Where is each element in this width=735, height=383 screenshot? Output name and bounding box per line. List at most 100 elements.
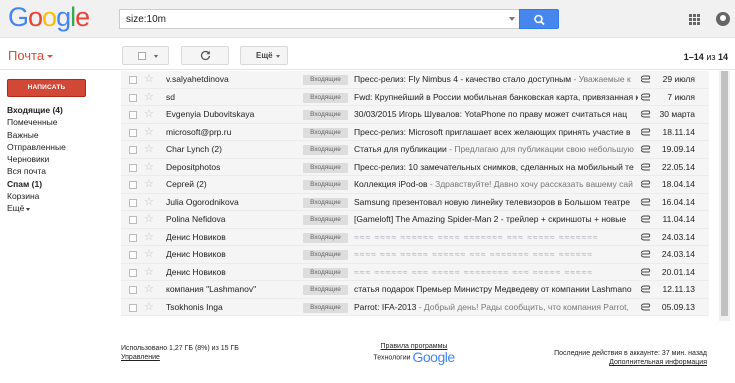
manage-storage-link[interactable]: Управление [121, 354, 160, 361]
mail-subject-text: Пресс-релиз: Microsoft приглашает всех ж… [354, 126, 631, 137]
inbox-label[interactable]: Входящие [303, 145, 348, 155]
star-icon[interactable]: ☆ [144, 230, 154, 245]
search-box[interactable] [119, 9, 519, 29]
star-icon[interactable]: ☆ [144, 247, 154, 262]
row-checkbox[interactable] [129, 76, 137, 84]
compose-button[interactable]: НАПИСАТЬ [7, 79, 86, 97]
logo-letter: g [56, 2, 71, 32]
sidebar-item[interactable]: Помеченные [7, 116, 66, 128]
chevron-down-icon [47, 55, 54, 59]
sidebar-item[interactable]: Вся почта [7, 165, 66, 177]
mail-row[interactable]: ☆ sd Входящие Fwd: Крупнейший в России моби… [121, 88, 709, 106]
row-checkbox[interactable] [129, 111, 137, 119]
mail-row[interactable]: ☆ Depositphotos Входящие Пресс-релиз: 10 за… [121, 158, 709, 176]
inbox-label[interactable]: Входящие [303, 92, 348, 103]
mail-row[interactable]: ☆ Денис Новиков Входящие ≈≈≈≈ ≈≈≈ ≈≈≈≈≈ ≈≈≈… [121, 246, 709, 264]
sidebar-item[interactable]: Спам (1) [7, 178, 66, 190]
inbox-label[interactable]: Входящие [303, 232, 348, 243]
star-icon[interactable]: ☆ [144, 160, 154, 175]
row-checkbox[interactable] [129, 93, 137, 102]
star-icon[interactable]: ☆ [144, 212, 154, 227]
search-button[interactable] [519, 9, 559, 29]
row-checkbox[interactable] [129, 233, 137, 242]
mail-subject: ≈≈≈ ≈≈≈≈ ≈≈≈≈≈≈ ≈≈≈≈ ≈≈≈≈≈≈≈ ≈≈≈ ≈≈≈≈≈ ≈… [354, 229, 638, 246]
mail-row[interactable]: ☆ Evgenyia Dubovitskaya Входящие 30/03/2015… [121, 106, 709, 124]
row-checkbox[interactable] [129, 251, 137, 259]
star-icon[interactable]: ☆ [144, 282, 154, 297]
chevron-down-icon [154, 55, 158, 58]
more-button[interactable]: Ещё [240, 46, 288, 65]
inbox-label[interactable]: Входящие [303, 162, 348, 173]
search-options-icon[interactable] [509, 17, 515, 21]
mail-date: 7 июля [667, 91, 695, 102]
mail-row[interactable]: ☆ v.salyahetdinova Входящие Пресс-релиз: Fl… [121, 71, 709, 89]
star-icon[interactable]: ☆ [144, 265, 154, 280]
mail-subject: ≈≈≈≈ ≈≈≈ ≈≈≈≈≈ ≈≈≈≈≈≈ ≈≈≈ ≈≈≈≈≈≈≈ ≈≈≈≈ ≈… [354, 246, 638, 263]
row-checkbox[interactable] [129, 146, 137, 154]
mail-row[interactable]: ☆ Julia Ogorodnikova Входящие Samsung презе… [121, 193, 709, 211]
scrollbar-thumb[interactable] [721, 71, 728, 316]
refresh-button[interactable] [181, 46, 229, 65]
sidebar-item[interactable]: Отправленные [7, 141, 66, 153]
inbox-label[interactable]: Входящие [303, 127, 348, 138]
star-icon[interactable]: ☆ [144, 125, 154, 140]
mail-row[interactable]: ☆ Денис Новиков Входящие ≈≈≈ ≈≈≈≈≈≈ ≈≈≈ ≈≈≈… [121, 263, 709, 281]
mail-sender: Денис Новиков [166, 249, 226, 259]
inbox-label[interactable]: Входящие [303, 110, 348, 120]
star-icon[interactable]: ☆ [144, 195, 154, 210]
star-icon[interactable]: ☆ [144, 90, 154, 105]
star-icon[interactable]: ☆ [144, 177, 154, 192]
mail-row[interactable]: ☆ компания "Lashmanov" Входящие статья пода… [121, 281, 709, 299]
row-checkbox[interactable] [129, 268, 137, 277]
mail-row[interactable]: ☆ Char Lynch (2) Входящие Статья для публик… [121, 141, 709, 159]
star-icon[interactable]: ☆ [144, 300, 154, 315]
row-checkbox[interactable] [129, 286, 137, 294]
sidebar-item[interactable]: Черновики [7, 153, 66, 165]
sidebar-item[interactable]: Важные [7, 129, 66, 141]
attachment-icon [641, 268, 651, 275]
sidebar-item[interactable]: Корзина [7, 190, 66, 202]
mail-row[interactable]: ☆ Polina Nefidova Входящие [Gameloft] The A… [121, 211, 709, 229]
details-link[interactable]: Дополнительная информация [609, 359, 707, 366]
sidebar-item[interactable]: Ещё [7, 202, 66, 214]
mail-label: Почта [8, 48, 45, 63]
mail-sender: Evgenyia Dubovitskaya [166, 109, 255, 119]
scrollbar[interactable] [719, 71, 730, 321]
attachment-icon [641, 198, 651, 205]
row-checkbox[interactable] [129, 128, 137, 137]
mail-date: 24.03.14 [661, 231, 695, 242]
mail-row[interactable]: ☆ microsoft@prp.ru Входящие Пресс-релиз: Mi… [121, 123, 709, 141]
select-all-button[interactable] [122, 46, 169, 65]
account-avatar[interactable] [716, 12, 730, 26]
mail-switcher[interactable]: Почта [8, 48, 54, 63]
mail-row[interactable]: ☆ Сергей (2) Входящие Коллекция iPod-ов - З… [121, 176, 709, 194]
mail-subject: ≈≈≈ ≈≈≈≈≈≈ ≈≈≈ ≈≈≈≈≈ ≈≈≈≈≈≈≈≈ ≈≈≈ ≈≈≈≈≈ … [354, 264, 638, 281]
row-checkbox[interactable] [129, 216, 137, 224]
row-checkbox[interactable] [129, 181, 137, 189]
mail-row[interactable]: ☆ Tsokhonis Inga Входящие Parrot: IFA-2013 … [121, 298, 709, 316]
mail-row[interactable]: ☆ Денис Новиков Входящие ≈≈≈ ≈≈≈≈ ≈≈≈≈≈≈ ≈≈… [121, 228, 709, 246]
inbox-label[interactable]: Входящие [303, 267, 348, 278]
search-input[interactable] [120, 10, 500, 28]
inbox-label[interactable]: Входящие [303, 180, 348, 190]
sidebar-nav: Входящие (4) Помеченные Важные Отправленные… [7, 104, 66, 215]
row-checkbox[interactable] [129, 303, 137, 312]
mail-sender: Char Lynch (2) [166, 144, 222, 154]
sidebar-item[interactable]: Входящие (4) [7, 104, 66, 116]
inbox-label[interactable]: Входящие [303, 250, 348, 260]
mail-subject: статья подарок Премьер Министру Медведев… [354, 281, 638, 298]
inbox-label[interactable]: Входящие [303, 302, 348, 313]
star-icon[interactable]: ☆ [144, 142, 154, 157]
inbox-label[interactable]: Входящие [303, 197, 348, 208]
inbox-label[interactable]: Входящие [303, 215, 348, 225]
mail-subject-text: Коллекция iPod-ов [354, 179, 428, 189]
mail-date: 05.09.13 [661, 301, 695, 312]
star-icon[interactable]: ☆ [144, 72, 154, 87]
inbox-label[interactable]: Входящие [303, 75, 348, 85]
row-checkbox[interactable] [129, 198, 137, 207]
star-icon[interactable]: ☆ [144, 107, 154, 122]
apps-grid-icon[interactable] [689, 14, 700, 25]
row-checkbox[interactable] [129, 163, 137, 172]
google-logo[interactable]: Google [8, 2, 90, 33]
inbox-label[interactable]: Входящие [303, 285, 348, 295]
